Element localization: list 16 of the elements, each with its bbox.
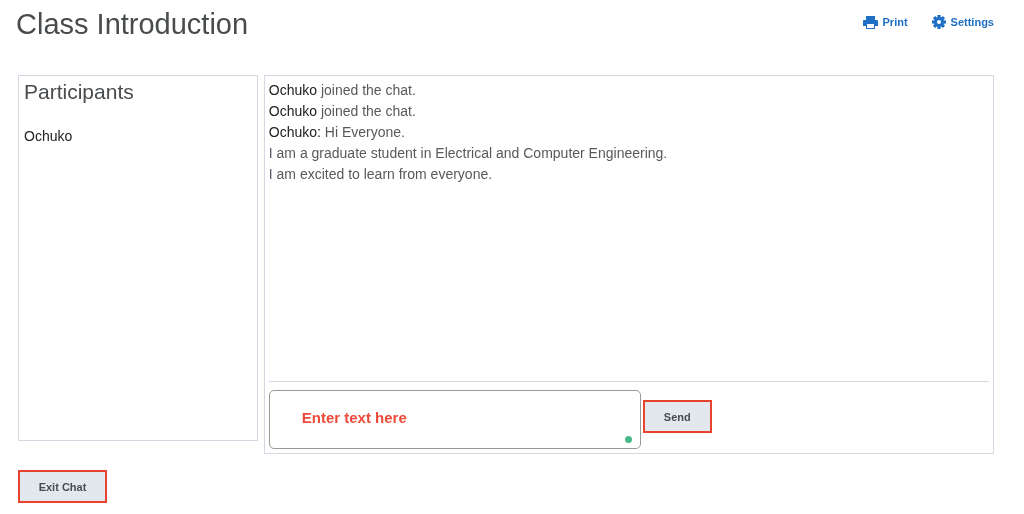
page-title: Class Introduction bbox=[16, 8, 249, 41]
chat-message: I am excited to learn from everyone. bbox=[268, 165, 494, 184]
chat-message: Ochuko: Hi Everyone. bbox=[268, 123, 406, 142]
settings-icon bbox=[931, 15, 946, 29]
message-field[interactable]: Enter text here bbox=[268, 390, 641, 449]
status-dot-icon bbox=[624, 436, 632, 443]
printer-icon bbox=[862, 15, 878, 29]
panel-heading: Participants bbox=[24, 80, 135, 104]
print-link[interactable]: Print bbox=[862, 15, 908, 29]
chat-message: I am a graduate student in Electrical and Computer Engineering. bbox=[268, 144, 669, 163]
exit-chat-button[interactable]: Exit Chat bbox=[18, 470, 107, 503]
settings-link[interactable]: Settings bbox=[931, 15, 994, 29]
send-button[interactable]: Send bbox=[642, 400, 712, 433]
participant-name: Ochuko bbox=[24, 128, 74, 144]
chat-message: Ochuko joined the chat. bbox=[268, 102, 417, 121]
chat-message: Ochuko joined the chat. bbox=[268, 81, 417, 100]
